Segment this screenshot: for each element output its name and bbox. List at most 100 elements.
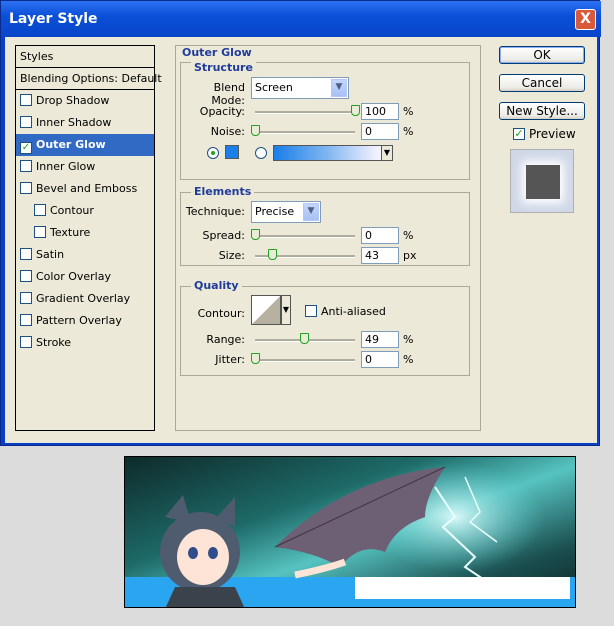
opacity-label: Opacity: <box>199 105 245 118</box>
blend-mode-select[interactable]: Screen ▼ <box>251 77 349 99</box>
jitter-slider-thumb[interactable] <box>251 353 260 364</box>
styles-header[interactable]: Styles <box>16 46 154 68</box>
jitter-unit: % <box>403 353 414 366</box>
preview-checkbox[interactable]: ✓ <box>513 128 525 140</box>
noise-input[interactable]: 0 <box>361 123 399 140</box>
chevron-down-icon[interactable]: ▼ <box>303 203 319 221</box>
blend-mode-value: Screen <box>255 81 293 94</box>
styles-item-inner-shadow[interactable]: Inner Shadow <box>16 112 154 134</box>
new-style-button[interactable]: New Style... <box>499 102 585 120</box>
technique-select[interactable]: Precise ▼ <box>251 201 321 223</box>
size-input[interactable]: 43 <box>361 247 399 264</box>
dialog-title: Layer Style <box>9 11 98 27</box>
styles-item-stroke[interactable]: Stroke <box>16 332 154 354</box>
style-label: Outer Glow <box>36 138 106 151</box>
gradient-picker-arrow-icon[interactable]: ▼ <box>381 145 393 161</box>
radio-dot <box>211 151 215 155</box>
style-checkbox[interactable] <box>20 270 32 282</box>
noise-unit: % <box>403 125 414 138</box>
ok-button[interactable]: OK <box>499 46 585 64</box>
panel-title: Outer Glow <box>182 46 252 59</box>
preview-square <box>526 165 560 199</box>
style-label: Stroke <box>36 336 72 349</box>
opacity-slider-track[interactable] <box>255 111 355 114</box>
styles-item-drop-shadow[interactable]: Drop Shadow <box>16 90 154 112</box>
noise-label: Noise: <box>210 125 245 138</box>
gradient-swatch[interactable] <box>273 145 393 161</box>
noise-slider-track[interactable] <box>255 131 355 134</box>
blend-mode-label: Blend Mode: <box>211 81 245 107</box>
style-label: Drop Shadow <box>36 94 110 107</box>
cancel-button[interactable]: Cancel <box>499 74 585 92</box>
styles-item-bevel-and-emboss[interactable]: Bevel and Emboss <box>16 178 154 200</box>
style-label: Inner Glow <box>36 160 96 173</box>
quality-group: Quality Contour: ▼ Anti-aliased Range: 4… <box>180 279 470 376</box>
gradient-radio[interactable] <box>255 147 267 159</box>
jitter-slider-track[interactable] <box>255 359 355 362</box>
style-label: Color Overlay <box>36 270 111 283</box>
style-checkbox[interactable] <box>20 160 32 172</box>
contour-preview[interactable] <box>251 295 281 325</box>
size-slider-thumb[interactable] <box>268 249 277 260</box>
structure-group: Structure Blend Mode: Screen ▼ Opacity: … <box>180 61 470 180</box>
style-checkbox[interactable] <box>34 226 46 238</box>
jitter-input[interactable]: 0 <box>361 351 399 368</box>
style-checkbox[interactable] <box>20 116 32 128</box>
style-checkbox[interactable] <box>20 248 32 260</box>
title-bar[interactable]: Layer Style X <box>1 1 601 37</box>
close-button[interactable]: X <box>575 9 596 30</box>
contour-picker-arrow-icon[interactable]: ▼ <box>281 295 291 325</box>
style-label: Texture <box>50 226 91 239</box>
styles-item-outer-glow[interactable]: ✓ Outer Glow <box>16 134 154 156</box>
style-checkbox[interactable] <box>20 292 32 304</box>
spread-unit: % <box>403 229 414 242</box>
range-label: Range: <box>206 333 245 346</box>
technique-value: Precise <box>255 205 295 218</box>
range-unit: % <box>403 333 414 346</box>
style-checkbox[interactable] <box>20 336 32 348</box>
spread-slider-track[interactable] <box>255 235 355 238</box>
styles-item-inner-glow[interactable]: Inner Glow <box>16 156 154 178</box>
opacity-unit: % <box>403 105 414 118</box>
styles-item-color-overlay[interactable]: Color Overlay <box>16 266 154 288</box>
style-checkbox[interactable]: ✓ <box>20 142 32 154</box>
elements-group: Elements Technique: Precise ▼ Spread: 0 … <box>180 185 470 266</box>
range-slider-thumb[interactable] <box>300 333 309 344</box>
style-label: Inner Shadow <box>36 116 112 129</box>
style-label: Contour <box>50 204 94 217</box>
style-checkbox[interactable] <box>20 314 32 326</box>
banner-artwork <box>125 462 575 607</box>
style-checkbox[interactable] <box>20 182 32 194</box>
style-label: Satin <box>36 248 65 261</box>
size-label: Size: <box>218 249 245 262</box>
styles-list: Styles Blending Options: Default Drop Sh… <box>15 45 162 431</box>
style-checkbox[interactable] <box>34 204 46 216</box>
styles-item-contour[interactable]: Contour <box>16 200 154 222</box>
spread-label: Spread: <box>202 229 245 242</box>
style-label: Pattern Overlay <box>36 314 122 327</box>
noise-slider-thumb[interactable] <box>251 125 260 136</box>
styles-item-texture[interactable]: Texture <box>16 222 154 244</box>
spread-input[interactable]: 0 <box>361 227 399 244</box>
range-input[interactable]: 49 <box>361 331 399 348</box>
styles-item-pattern-overlay[interactable]: Pattern Overlay <box>16 310 154 332</box>
styles-item-satin[interactable]: Satin <box>16 244 154 266</box>
anti-aliased-checkbox[interactable] <box>305 305 317 317</box>
jitter-label: Jitter: <box>215 353 245 366</box>
solid-color-radio[interactable] <box>207 147 219 159</box>
glow-color-swatch[interactable] <box>225 145 239 159</box>
style-checkbox[interactable] <box>20 94 32 106</box>
blending-options-item[interactable]: Blending Options: Default <box>16 68 162 90</box>
structure-title: Structure <box>191 61 256 74</box>
opacity-input[interactable]: 100 <box>361 103 399 120</box>
styles-item-gradient-overlay[interactable]: Gradient Overlay <box>16 288 154 310</box>
opacity-slider-thumb[interactable] <box>351 105 360 116</box>
spread-slider-thumb[interactable] <box>251 229 260 240</box>
layer-style-dialog: Layer Style X Styles Blending Options: D… <box>0 0 601 446</box>
preview-label: Preview <box>529 127 576 141</box>
elements-title: Elements <box>191 185 255 198</box>
style-label: Gradient Overlay <box>36 292 131 305</box>
quality-title: Quality <box>191 279 242 292</box>
chevron-down-icon[interactable]: ▼ <box>331 79 347 97</box>
size-unit: px <box>403 249 417 262</box>
